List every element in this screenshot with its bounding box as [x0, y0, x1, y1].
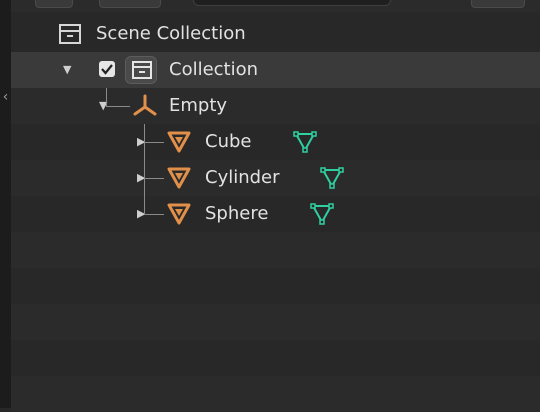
cube-label: Cube	[205, 131, 252, 152]
tree-row-scene-collection[interactable]: Scene Collection	[11, 16, 540, 52]
empty-row	[11, 232, 540, 268]
hierarchy-line	[144, 124, 145, 214]
empty-row	[11, 340, 540, 376]
mesh-data-icon[interactable]	[292, 129, 318, 155]
tree-row-collection[interactable]: ▼ Collection	[11, 52, 540, 88]
empty-row	[11, 304, 540, 340]
scene-collection-icon	[59, 24, 81, 44]
empty-row	[11, 268, 540, 304]
header-button[interactable]	[35, 0, 73, 8]
tree-row-empty[interactable]: ▼ Empty	[11, 88, 540, 124]
hierarchy-line	[144, 142, 164, 143]
collapse-toggle-icon[interactable]: ▼	[63, 63, 71, 76]
header-dropdown[interactable]	[99, 0, 161, 8]
mesh-data-icon[interactable]	[309, 201, 335, 227]
filter-button[interactable]	[471, 0, 525, 8]
collection-label: Collection	[169, 59, 259, 80]
mesh-data-icon[interactable]	[319, 165, 345, 191]
tree-row-cylinder[interactable]: ▶ Cylinder	[11, 160, 540, 196]
mesh-object-icon	[167, 203, 191, 225]
tree-row-cube[interactable]: ▶ Cube	[11, 124, 540, 160]
checkmark-icon	[101, 64, 113, 75]
collection-icon	[132, 61, 152, 79]
search-input[interactable]	[193, 0, 391, 6]
outliner-header	[11, 0, 540, 12]
empty-row	[11, 376, 540, 412]
outliner-tree: Scene Collection ▼ Collection ▼ Empty ▶ …	[11, 14, 540, 412]
mesh-object-icon	[167, 131, 191, 153]
hierarchy-line	[144, 214, 164, 215]
tree-row-sphere[interactable]: ▶ Sphere	[11, 196, 540, 232]
empty-label: Empty	[169, 95, 228, 116]
hierarchy-line	[144, 178, 164, 179]
hierarchy-line	[106, 88, 107, 106]
hierarchy-line	[106, 106, 130, 107]
expand-panel-arrow-icon[interactable]: ‹	[0, 86, 11, 108]
collection-exclude-checkbox[interactable]	[99, 61, 115, 77]
collection-icon-button[interactable]	[125, 56, 157, 84]
mesh-object-icon	[167, 167, 191, 189]
sphere-label: Sphere	[205, 203, 269, 224]
scene-collection-label: Scene Collection	[96, 23, 246, 44]
left-panel-edge	[0, 0, 11, 408]
empty-object-icon	[133, 94, 157, 116]
cylinder-label: Cylinder	[205, 167, 280, 188]
